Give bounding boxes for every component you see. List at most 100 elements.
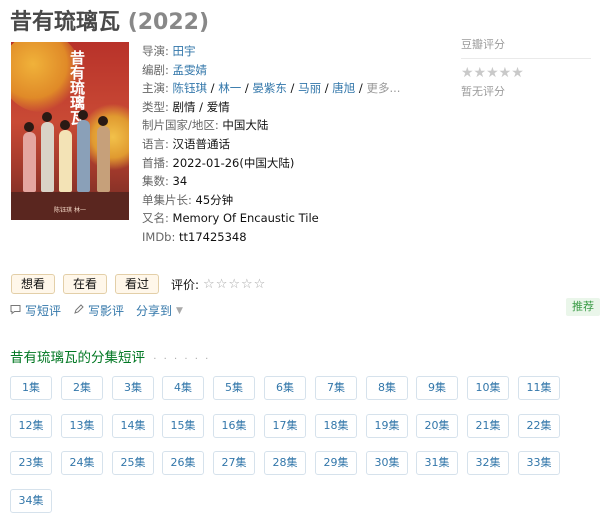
episode-button[interactable]: 16集 — [213, 414, 255, 438]
poster-figure-head — [98, 116, 108, 126]
episode-button[interactable]: 26集 — [162, 451, 204, 475]
info-premiere: 首播: 2022-01-26(中国大陆) — [142, 154, 400, 173]
episode-button[interactable]: 22集 — [518, 414, 560, 438]
cast-link[interactable]: 晏紫东 — [252, 81, 287, 95]
cast-link[interactable]: 林一 — [218, 81, 241, 95]
episode-button[interactable]: 9集 — [416, 376, 458, 400]
episodes-value: 34 — [172, 174, 188, 189]
rate-label: 评价: — [171, 277, 200, 292]
write-short-review-link[interactable]: 写短评 — [10, 302, 61, 319]
episode-reviews-title: 昔有琉璃瓦的分集短评 — [10, 350, 145, 366]
watching-button[interactable]: 在看 — [63, 274, 107, 294]
poster-credits: 陈钰琪 林一 — [54, 207, 86, 214]
episode-button[interactable]: 33集 — [518, 451, 560, 475]
episode-button[interactable]: 18集 — [315, 414, 357, 438]
info-episodes: 集数: 34 — [142, 172, 400, 191]
director-link[interactable]: 田宇 — [173, 44, 196, 58]
info-panel: 导演: 田宇 编剧: 孟雯婧 主演: 陈钰琪 / 林一 / 晏紫东 / 马丽 /… — [142, 42, 400, 247]
episode-button[interactable]: 4集 — [162, 376, 204, 400]
genre-label: 类型: — [142, 99, 169, 114]
poster-figure — [59, 130, 72, 192]
cast-link[interactable]: 陈钰琪 — [173, 81, 208, 95]
info-imdb: IMDb: tt17425348 — [142, 228, 400, 247]
recommend-button[interactable]: 推荐 — [566, 298, 600, 316]
region-value: 中国大陆 — [222, 118, 269, 133]
review-label: 写影评 — [88, 304, 125, 318]
episode-button[interactable]: 25集 — [112, 451, 154, 475]
episode-button[interactable]: 21集 — [467, 414, 509, 438]
episode-button[interactable]: 20集 — [416, 414, 458, 438]
imdb-label: IMDb: — [142, 229, 176, 244]
episode-button[interactable]: 27集 — [213, 451, 255, 475]
info-director: 导演: 田宇 — [142, 42, 400, 61]
rating-label: 豆瓣评分 — [461, 36, 591, 59]
cast-more-link[interactable]: 更多... — [366, 81, 400, 95]
chevron-down-icon: ▼ — [176, 305, 183, 316]
cast-link[interactable]: 马丽 — [298, 81, 321, 95]
info-language: 语言: 汉语普通话 — [142, 135, 400, 154]
rate-stars-icon[interactable]: ☆☆☆☆☆ — [203, 277, 266, 292]
episode-button[interactable]: 34集 — [10, 489, 52, 513]
short-review-label: 写短评 — [25, 304, 62, 318]
title-name: 昔有琉璃瓦 — [10, 10, 121, 35]
heading-dots: · · · · · · — [153, 354, 211, 365]
episode-button[interactable]: 23集 — [10, 451, 52, 475]
episode-button[interactable]: 8集 — [366, 376, 408, 400]
episode-button[interactable]: 3集 — [112, 376, 154, 400]
episode-button[interactable]: 7集 — [315, 376, 357, 400]
aka-label: 又名: — [142, 211, 169, 226]
region-label: 制片国家/地区: — [142, 118, 219, 133]
episode-button[interactable]: 15集 — [162, 414, 204, 438]
cast-link[interactable]: 唐旭 — [332, 81, 355, 95]
info-writer: 编剧: 孟雯婧 — [142, 61, 400, 80]
episode-button[interactable]: 6集 — [264, 376, 306, 400]
episode-button[interactable]: 1集 — [10, 376, 52, 400]
genre-value: 剧情 — [172, 99, 196, 114]
episode-button[interactable]: 32集 — [467, 451, 509, 475]
episode-button[interactable]: 14集 — [112, 414, 154, 438]
poster-figure-head — [24, 122, 34, 132]
episode-button[interactable]: 17集 — [264, 414, 306, 438]
comment-icon — [10, 304, 21, 318]
info-aka: 又名: Memory Of Encaustic Tile — [142, 209, 400, 228]
runtime-value: 45分钟 — [195, 192, 234, 207]
episode-button[interactable]: 11集 — [518, 376, 560, 400]
info-cast: 主演: 陈钰琪 / 林一 / 晏紫东 / 马丽 / 唐旭 / 更多... — [142, 81, 401, 96]
rating-panel: 豆瓣评分 ★★★★★ 暂无评分 — [461, 36, 591, 99]
action-bar: 想看 在看 看过 评价: ☆☆☆☆☆ — [11, 274, 266, 294]
poster-figure-head — [42, 112, 52, 122]
episode-button[interactable]: 5集 — [213, 376, 255, 400]
info-region: 制片国家/地区: 中国大陆 — [142, 116, 400, 135]
premiere-label: 首播: — [142, 155, 169, 170]
episode-button[interactable]: 2集 — [61, 376, 103, 400]
page-title: 昔有琉璃瓦 (2022) — [10, 4, 209, 36]
director-label: 导演: — [142, 44, 169, 58]
watched-button[interactable]: 看过 — [115, 274, 159, 294]
rating-stars-icon: ★★★★★ — [461, 65, 524, 81]
episode-button[interactable]: 29集 — [315, 451, 357, 475]
language-label: 语言: — [142, 136, 169, 151]
share-link[interactable]: 分享到 ▼ — [136, 302, 183, 319]
poster-figure — [97, 126, 110, 192]
poster-figure-head — [60, 120, 70, 130]
episode-button[interactable]: 28集 — [264, 451, 306, 475]
episode-button[interactable]: 24集 — [61, 451, 103, 475]
poster-figure-head — [78, 110, 88, 120]
poster-image[interactable]: 昔有琉璃瓦 陈钰琪 林一 — [11, 42, 129, 220]
episode-button[interactable]: 10集 — [467, 376, 509, 400]
write-review-link[interactable]: 写影评 — [73, 302, 124, 319]
share-label: 分享到 — [136, 304, 173, 318]
genre-value: 爱情 — [206, 99, 230, 114]
pencil-icon — [73, 303, 84, 318]
writer-link[interactable]: 孟雯婧 — [173, 63, 208, 77]
cast-label: 主演: — [142, 81, 169, 96]
runtime-label: 单集片长: — [142, 192, 192, 207]
episodes-label: 集数: — [142, 174, 169, 189]
want-to-watch-button[interactable]: 想看 — [11, 274, 55, 294]
episode-button[interactable]: 13集 — [61, 414, 103, 438]
episode-button[interactable]: 19集 — [366, 414, 408, 438]
episode-button[interactable]: 30集 — [366, 451, 408, 475]
no-rating-text: 暂无评分 — [461, 85, 505, 98]
episode-button[interactable]: 12集 — [10, 414, 52, 438]
episode-button[interactable]: 31集 — [416, 451, 458, 475]
